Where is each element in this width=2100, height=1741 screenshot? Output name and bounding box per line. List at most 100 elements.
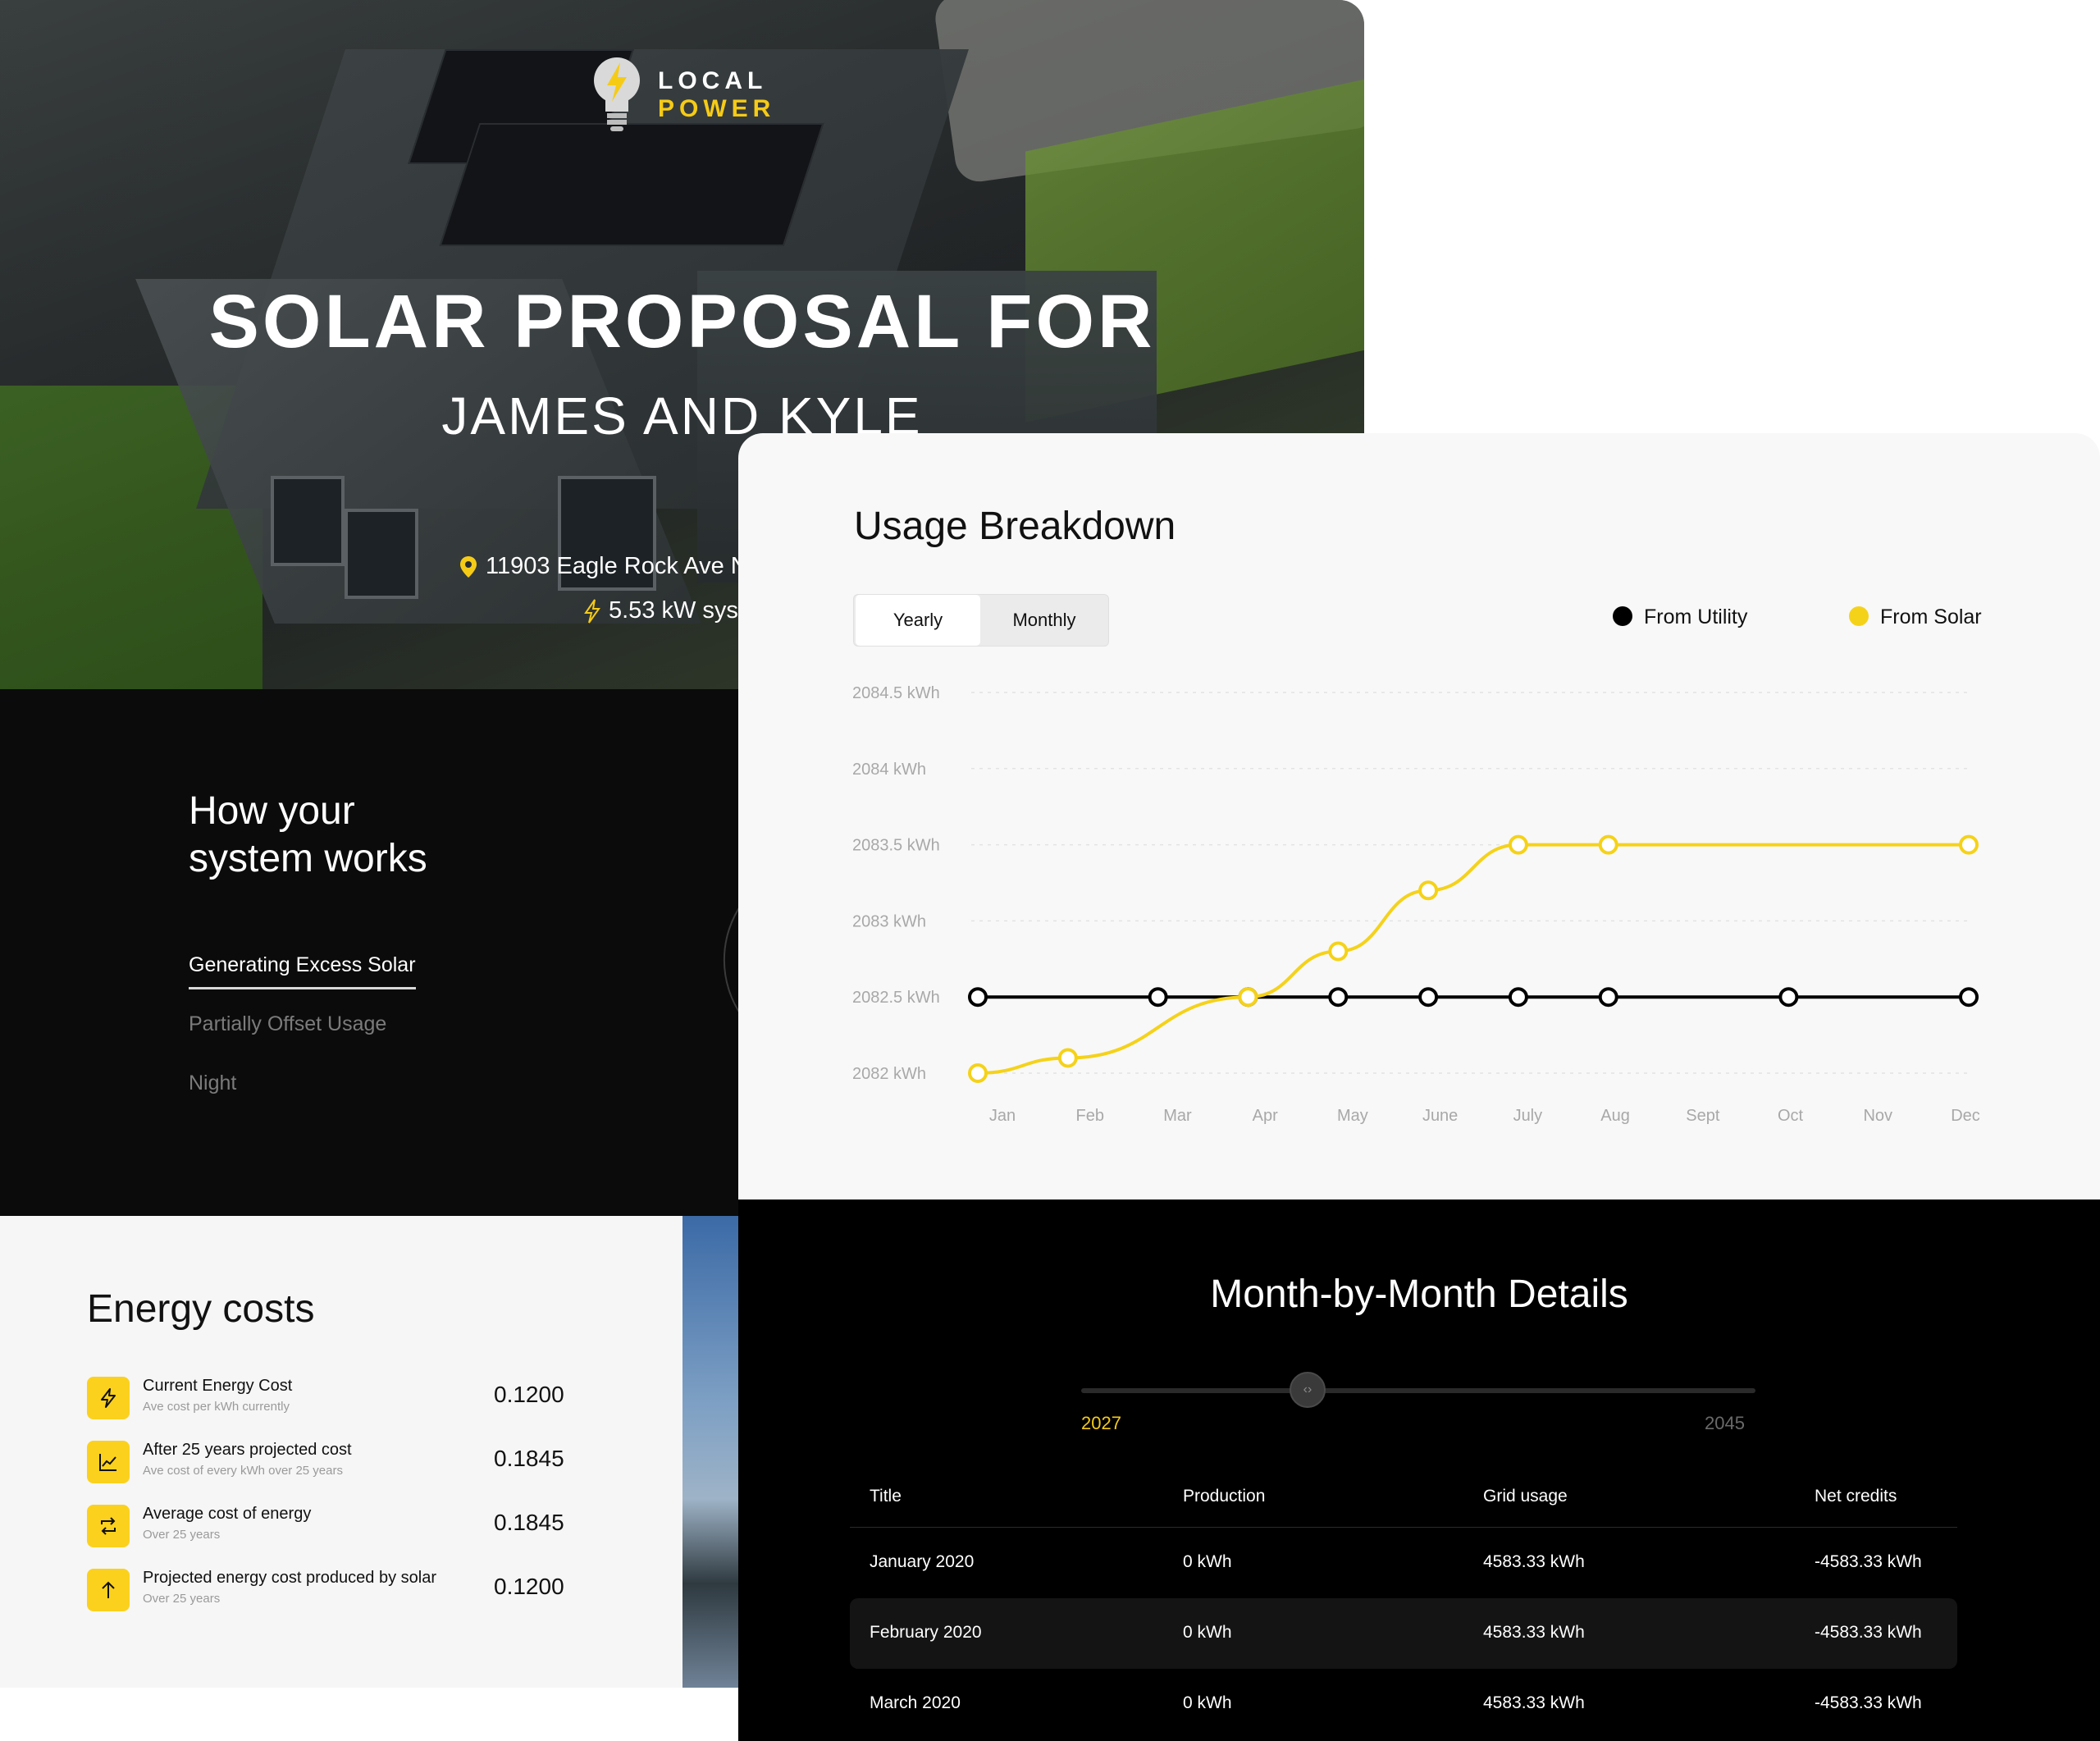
cell-title: February 2020 <box>870 1623 982 1642</box>
cost-label: Average cost of energy <box>143 1505 312 1523</box>
energy-costs-section: Energy costs Current Energy Cost Ave cos… <box>0 1216 738 1688</box>
y-tick-label: 2082 kWh <box>852 1065 926 1083</box>
cell-net-credits: -4583.33 kWh <box>1815 1623 1922 1642</box>
address-text: 11903 Eagle Rock Ave N <box>486 553 748 579</box>
from-solar-point <box>1508 834 1528 855</box>
y-tick-label: 2084 kWh <box>852 761 926 779</box>
slider-start-year: 2027 <box>1081 1413 1121 1433</box>
cell-net-credits: -4583.33 kWh <box>1815 1552 1922 1571</box>
house-window <box>271 476 345 566</box>
cell-grid-usage: 4583.33 kWh <box>1483 1552 1585 1571</box>
from-utility-point <box>1598 987 1618 1008</box>
cost-value: 0.1845 <box>494 1510 564 1535</box>
cost-row: Current Energy Cost Ave cost per kWh cur… <box>87 1377 661 1429</box>
cost-row: Projected energy cost produced by solar … <box>87 1569 661 1621</box>
from-solar-point <box>1057 1048 1078 1068</box>
y-tick-label: 2083.5 kWh <box>852 837 940 855</box>
from-utility-point <box>1508 987 1528 1008</box>
energy-costs-title: Energy costs <box>87 1287 315 1331</box>
usage-breakdown-card: Usage Breakdown Yearly Monthly From Util… <box>738 433 2100 1200</box>
repeat-icon <box>87 1505 130 1547</box>
system-size-text: 5.53 kW sys <box>609 597 738 624</box>
cell-production: 0 kWh <box>1183 1623 1232 1642</box>
logo-text-local: LOCAL <box>658 67 768 94</box>
column-header-net-credits: Net credits <box>1815 1487 1897 1506</box>
x-tick-label: June <box>1422 1107 1458 1125</box>
x-tick-label: May <box>1337 1107 1368 1125</box>
from-utility-point <box>1328 987 1349 1008</box>
cost-sublabel: Over 25 years <box>143 1528 221 1542</box>
option-generating-excess-solar[interactable]: Generating Excess Solar <box>189 953 416 989</box>
from-solar-point <box>1238 987 1258 1008</box>
usage-line-chart: 2084.5 kWh 2084 kWh 2083.5 kWh 2083 kWh 2082… <box>852 684 1980 1125</box>
system-size-line: 5.53 kW sys <box>584 597 738 624</box>
how-system-works-section: How your system works Generating Excess S… <box>0 689 738 1216</box>
from-solar-point <box>1418 880 1439 901</box>
bolt-icon <box>87 1377 130 1419</box>
from-solar-point <box>1959 834 1979 855</box>
cost-sublabel: Over 25 years <box>143 1592 221 1606</box>
location-pin-icon <box>460 556 477 578</box>
y-tick-label: 2082.5 kWh <box>852 989 940 1007</box>
table-row[interactable]: March 2020 0 kWh 4583.33 kWh -4583.33 kW… <box>850 1669 1957 1739</box>
table-row[interactable]: February 2020 0 kWh 4583.33 kWh -4583.33… <box>850 1598 1957 1669</box>
slider-handle[interactable]: ‹› <box>1290 1372 1326 1408</box>
from-utility-point <box>968 987 988 1008</box>
from-utility-point <box>1148 987 1168 1008</box>
how-system-works-title: How your system works <box>189 788 427 883</box>
from-solar-point <box>1328 941 1349 962</box>
logo-text-power: POWER <box>658 95 776 122</box>
solar-panel <box>439 123 824 246</box>
option-partially-offset-usage[interactable]: Partially Offset Usage <box>189 1012 386 1036</box>
from-utility-point <box>1959 987 1979 1008</box>
year-range-slider[interactable]: ‹› <box>1081 1372 1755 1408</box>
cost-label: Projected energy cost produced by solar <box>143 1569 436 1587</box>
cost-row: Average cost of energy Over 25 years 0.1… <box>87 1505 661 1557</box>
x-tick-label: Jan <box>989 1107 1016 1125</box>
house-window <box>345 509 418 599</box>
x-tick-label: Mar <box>1163 1107 1192 1125</box>
cell-title: January 2020 <box>870 1552 975 1571</box>
x-tick-label: July <box>1513 1107 1543 1125</box>
x-tick-label: Feb <box>1075 1107 1103 1125</box>
column-header-title: Title <box>870 1487 902 1506</box>
x-tick-label: Nov <box>1863 1107 1892 1125</box>
bolt-icon <box>584 599 600 624</box>
option-night[interactable]: Night <box>189 1072 236 1095</box>
lightbulb-logo-icon <box>594 57 640 131</box>
cell-net-credits: -4583.33 kWh <box>1815 1693 1922 1712</box>
x-tick-label: Apr <box>1253 1107 1278 1125</box>
cost-value: 0.1845 <box>494 1446 564 1471</box>
cost-value: 0.1200 <box>494 1382 564 1407</box>
column-header-production: Production <box>1183 1487 1266 1506</box>
from-solar-point <box>1598 834 1618 855</box>
x-tick-label: Dec <box>1951 1107 1980 1125</box>
cost-value: 0.1200 <box>494 1574 564 1599</box>
cost-label: After 25 years projected cost <box>143 1441 352 1459</box>
table-row[interactable]: January 2020 0 kWh 4583.33 kWh -4583.33 … <box>850 1528 1957 1598</box>
from-solar-line <box>977 843 1969 1075</box>
cell-grid-usage: 4583.33 kWh <box>1483 1693 1585 1712</box>
cost-sublabel: Ave cost of every kWh over 25 years <box>143 1464 343 1478</box>
local-power-logo[interactable]: LOCAL POWER <box>591 54 788 136</box>
cost-sublabel: Ave cost per kWh currently <box>143 1400 290 1414</box>
arrow-up-icon <box>87 1569 130 1611</box>
table-header: Title Production Grid usage Net credits <box>850 1470 1957 1528</box>
x-tick-label: Oct <box>1778 1107 1804 1125</box>
x-tick-label: Sept <box>1686 1107 1720 1125</box>
cell-title: March 2020 <box>870 1693 961 1712</box>
from-solar-point <box>968 1063 988 1083</box>
month-by-month-section: Month-by-Month Details ‹› 2027 2045 Titl… <box>738 1200 2100 1741</box>
proposal-title: SOLAR PROPOSAL FOR <box>208 280 1156 363</box>
title-line: system works <box>189 837 427 880</box>
from-utility-point <box>1778 987 1799 1008</box>
cost-label: Current Energy Cost <box>143 1377 293 1395</box>
from-utility-point <box>1418 987 1439 1008</box>
cost-row: After 25 years projected cost Ave cost o… <box>87 1441 661 1493</box>
address-line: 11903 Eagle Rock Ave N <box>459 553 748 580</box>
y-tick-label: 2084.5 kWh <box>852 684 940 702</box>
month-by-month-title: Month-by-Month Details <box>1210 1273 1628 1316</box>
cell-production: 0 kWh <box>1183 1552 1232 1571</box>
trend-chart-icon <box>87 1441 130 1483</box>
background-photo <box>682 1216 738 1688</box>
